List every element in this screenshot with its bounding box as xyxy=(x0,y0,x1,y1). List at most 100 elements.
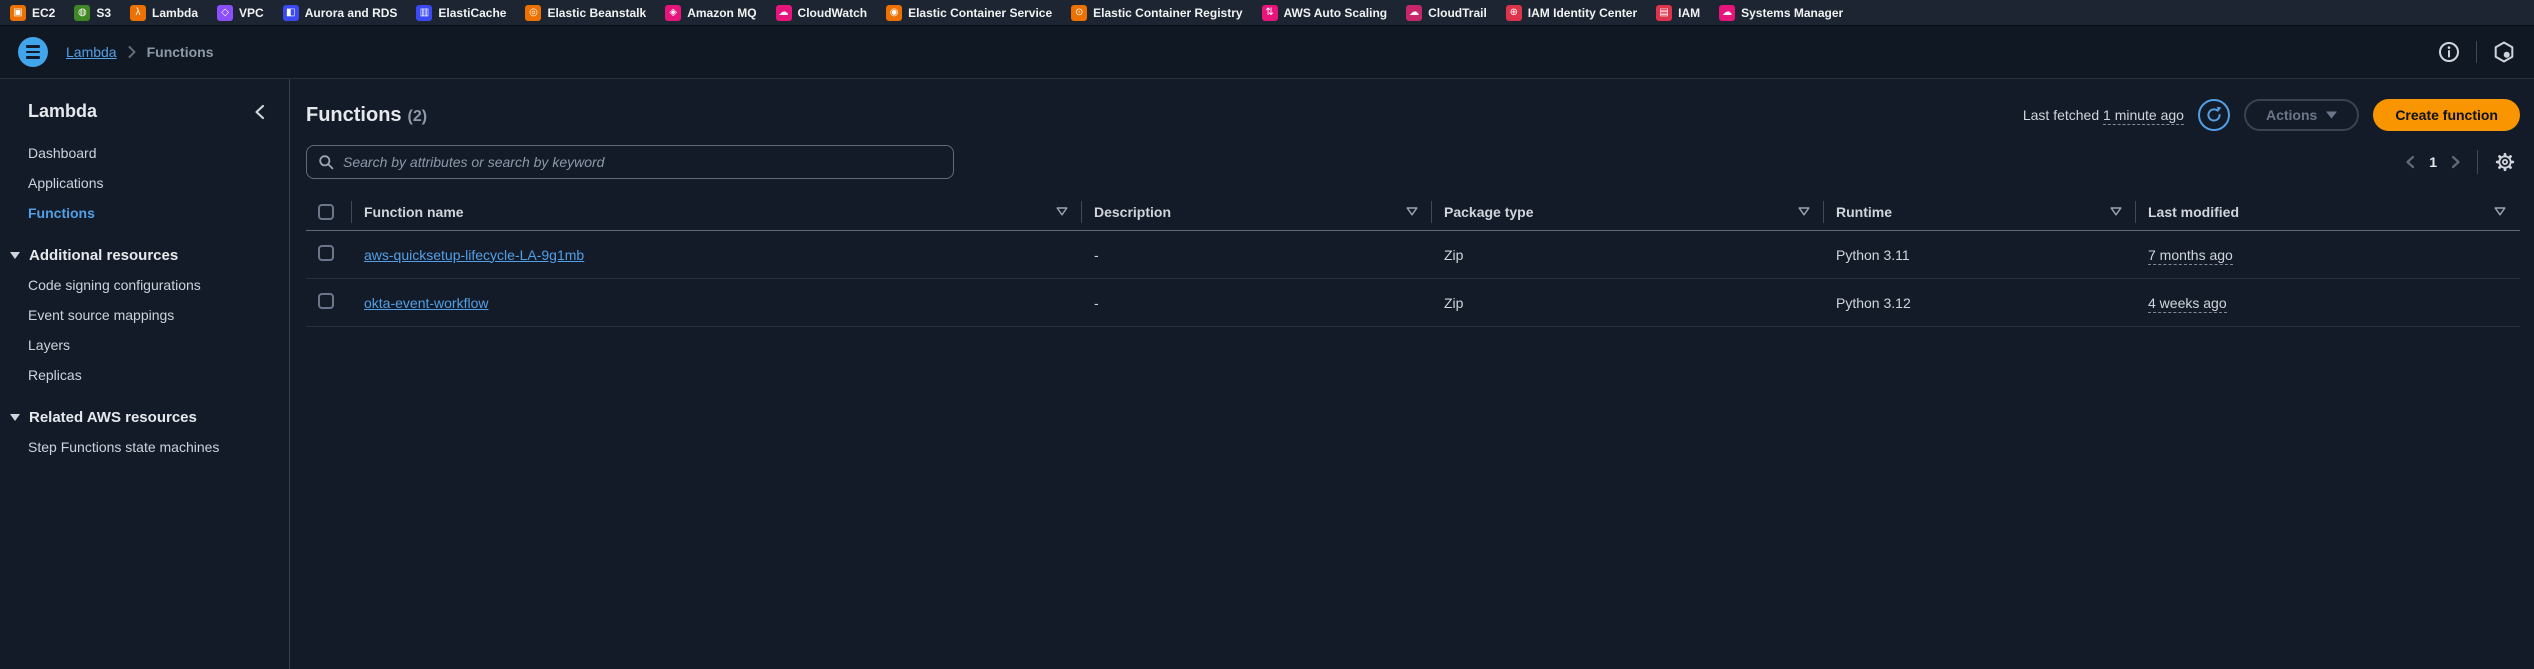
chevron-right-icon xyxy=(128,46,136,58)
favorites-item-ecs[interactable]: ◉ Elastic Container Service xyxy=(886,5,1052,21)
sidebar-item-functions[interactable]: Functions xyxy=(0,198,289,228)
menu-button[interactable] xyxy=(18,37,48,67)
last-modified-value[interactable]: 4 weeks ago xyxy=(2148,295,2227,313)
favorites-item-systems-manager[interactable]: ☁ Systems Manager xyxy=(1719,5,1843,21)
sidebar-item-layers[interactable]: Layers xyxy=(0,330,289,360)
pagination-current-page[interactable]: 1 xyxy=(2419,154,2447,170)
runtime-cell: Python 3.11 xyxy=(1824,247,2136,263)
filter-icon[interactable] xyxy=(1406,207,1418,216)
vpc-icon: ◇ xyxy=(217,5,233,21)
sidebar-item-dashboard[interactable]: Dashboard xyxy=(0,138,289,168)
package-type-cell: Zip xyxy=(1432,295,1824,311)
favorites-item-iam-identity-center[interactable]: ⊕ IAM Identity Center xyxy=(1506,5,1637,21)
favorites-item-ec2[interactable]: ▣ EC2 xyxy=(10,5,55,21)
favorites-item-label: Amazon MQ xyxy=(687,6,756,20)
last-modified-value[interactable]: 7 months ago xyxy=(2148,247,2233,265)
aurora-rds-icon: ◧ xyxy=(283,5,299,21)
breadcrumb-current: Functions xyxy=(147,44,214,60)
sidebar-item-step-functions-state-machines[interactable]: Step Functions state machines xyxy=(0,432,289,462)
search-input[interactable] xyxy=(343,154,942,170)
sidebar-section-related-aws-resources[interactable]: Related AWS resources xyxy=(0,409,289,426)
breadcrumb-lambda-link[interactable]: Lambda xyxy=(66,44,117,60)
sidebar-section-additional-resources[interactable]: Additional resources xyxy=(0,247,289,264)
refresh-icon xyxy=(2205,106,2223,124)
filter-icon[interactable] xyxy=(2494,207,2506,216)
amazon-q-icon xyxy=(2492,40,2516,64)
amazon-q-button[interactable] xyxy=(2492,40,2516,64)
select-all-cell xyxy=(306,193,352,230)
favorites-item-label: Aurora and RDS xyxy=(305,6,398,20)
favorites-item-label: EC2 xyxy=(32,6,55,20)
favorites-item-ecr[interactable]: ⊙ Elastic Container Registry xyxy=(1071,5,1242,21)
favorites-item-vpc[interactable]: ◇ VPC xyxy=(217,5,264,21)
sidebar-collapse-button[interactable] xyxy=(254,104,265,120)
pagination-prev-button[interactable] xyxy=(2401,151,2419,173)
favorites-item-cloudwatch[interactable]: ☁ CloudWatch xyxy=(776,5,868,21)
favorites-item-aurora-rds[interactable]: ◧ Aurora and RDS xyxy=(283,5,398,21)
info-button[interactable] xyxy=(2437,40,2461,64)
divider xyxy=(2476,41,2477,63)
cloudtrail-icon: ☁ xyxy=(1406,5,1422,21)
row-checkbox[interactable] xyxy=(318,245,334,261)
hamburger-icon xyxy=(26,45,40,48)
column-label: Runtime xyxy=(1836,204,1892,220)
last-fetched-value[interactable]: 1 minute ago xyxy=(2103,107,2184,125)
auto-scaling-icon: ⇅ xyxy=(1262,5,1278,21)
refresh-button[interactable] xyxy=(2198,99,2230,131)
favorites-item-amazon-mq[interactable]: ◈ Amazon MQ xyxy=(665,5,756,21)
ecr-icon: ⊙ xyxy=(1071,5,1087,21)
favorites-item-elastic-beanstalk[interactable]: ◎ Elastic Beanstalk xyxy=(525,5,646,21)
function-name-link[interactable]: okta-event-workflow xyxy=(364,295,489,311)
amazon-mq-icon: ◈ xyxy=(665,5,681,21)
column-label: Description xyxy=(1094,204,1171,220)
table-settings-button[interactable] xyxy=(2490,147,2520,177)
function-name-link[interactable]: aws-quicksetup-lifecycle-LA-9g1mb xyxy=(364,247,584,263)
caret-down-icon xyxy=(2326,111,2337,119)
column-header-function-name[interactable]: Function name xyxy=(352,193,1082,230)
pagination-next-button[interactable] xyxy=(2447,151,2465,173)
favorites-item-iam[interactable]: ▤ IAM xyxy=(1656,5,1700,21)
systems-manager-icon: ☁ xyxy=(1719,5,1735,21)
description-cell: - xyxy=(1082,295,1432,311)
select-all-checkbox[interactable] xyxy=(318,204,334,220)
favorites-item-elasticache[interactable]: ▥ ElastiCache xyxy=(416,5,506,21)
column-label: Function name xyxy=(364,204,464,220)
favorites-item-cloudtrail[interactable]: ☁ CloudTrail xyxy=(1406,5,1487,21)
favorites-item-label: S3 xyxy=(96,6,111,20)
sidebar-item-code-signing-configurations[interactable]: Code signing configurations xyxy=(0,270,289,300)
ecs-icon: ◉ xyxy=(886,5,902,21)
filter-icon[interactable] xyxy=(2110,207,2122,216)
iam-identity-center-icon: ⊕ xyxy=(1506,5,1522,21)
column-header-last-modified[interactable]: Last modified xyxy=(2136,193,2520,230)
favorites-item-label: VPC xyxy=(239,6,264,20)
favorites-item-auto-scaling[interactable]: ⇅ AWS Auto Scaling xyxy=(1262,5,1388,21)
ec2-icon: ▣ xyxy=(10,5,26,21)
favorites-bar: ▣ EC2 ◍ S3 λ Lambda ◇ VPC ◧ Aurora and R… xyxy=(0,0,2534,26)
search-icon xyxy=(318,154,334,170)
column-label: Last modified xyxy=(2148,204,2239,220)
column-header-runtime[interactable]: Runtime xyxy=(1824,193,2136,230)
row-select-cell xyxy=(306,245,352,264)
favorites-item-lambda[interactable]: λ Lambda xyxy=(130,5,198,21)
actions-button[interactable]: Actions xyxy=(2244,99,2359,131)
sidebar-item-applications[interactable]: Applications xyxy=(0,168,289,198)
column-header-description[interactable]: Description xyxy=(1082,193,1432,230)
sidebar-item-replicas[interactable]: Replicas xyxy=(0,360,289,390)
favorites-item-s3[interactable]: ◍ S3 xyxy=(74,5,111,21)
favorites-item-label: Lambda xyxy=(152,6,198,20)
row-select-cell xyxy=(306,293,352,312)
s3-icon: ◍ xyxy=(74,5,90,21)
search-box[interactable] xyxy=(306,145,954,179)
filter-icon[interactable] xyxy=(1798,207,1810,216)
functions-count: (2) xyxy=(408,108,428,125)
chevron-left-icon xyxy=(254,104,265,120)
row-checkbox[interactable] xyxy=(318,293,334,309)
chevron-right-icon xyxy=(2451,155,2461,169)
sidebar-item-event-source-mappings[interactable]: Event source mappings xyxy=(0,300,289,330)
favorites-item-label: IAM Identity Center xyxy=(1528,6,1637,20)
create-function-button[interactable]: Create function xyxy=(2373,99,2520,131)
caret-down-icon xyxy=(10,414,20,421)
filter-icon[interactable] xyxy=(1056,207,1068,216)
favorites-item-label: Elastic Container Registry xyxy=(1093,6,1242,20)
column-header-package-type[interactable]: Package type xyxy=(1432,193,1824,230)
